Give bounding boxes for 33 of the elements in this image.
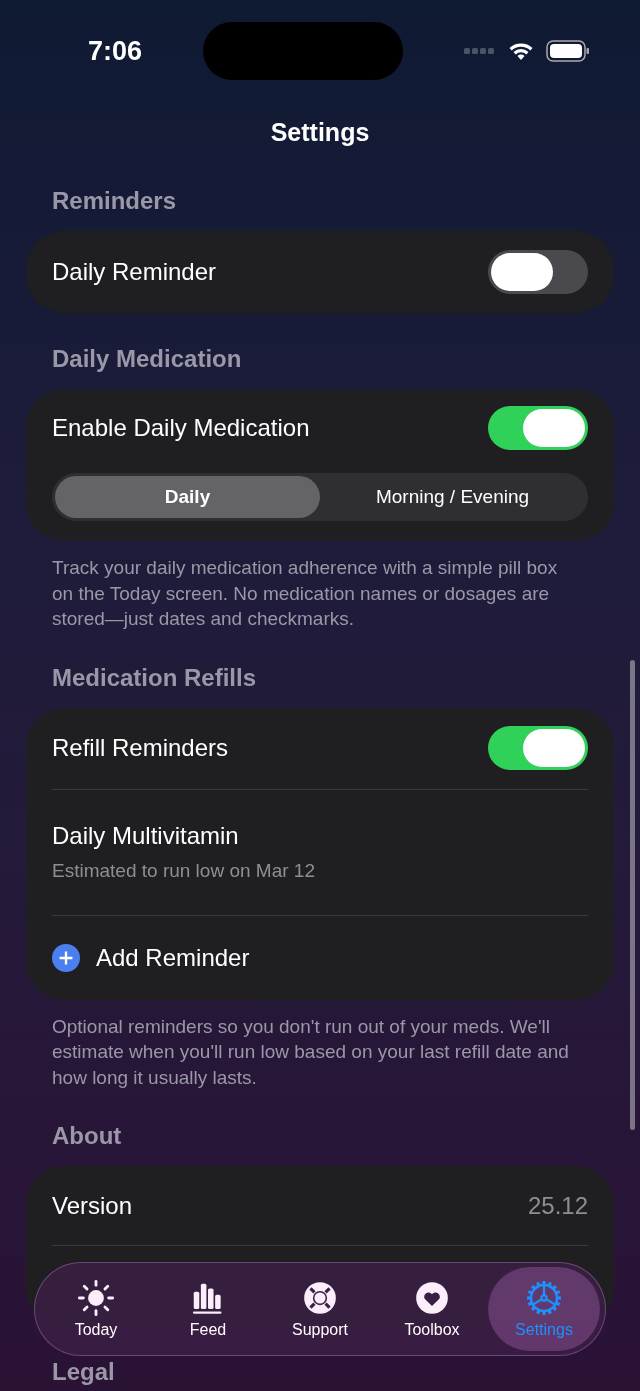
medication-name[interactable]: Daily Multivitamin	[52, 822, 315, 850]
section-footer: Optional reminders so you don't run out of your meds. We'll estimate when you'll run low based on your last refill date and how long it usually lasts.	[26, 999, 614, 1090]
row-label: Daily Reminder	[52, 258, 217, 286]
section-header: Medication Refills	[52, 663, 257, 692]
section-footer: Track your daily medication adherence with a simple pill box on the Today screen. No medication names or dosages are stored—just dates and checkmarks.	[26, 541, 614, 632]
wifi-icon	[508, 41, 534, 61]
toggle-switch[interactable]	[488, 406, 588, 450]
toggle-switch[interactable]	[488, 250, 588, 294]
battery-icon	[546, 40, 590, 62]
tab-item[interactable]: Today	[40, 1267, 152, 1351]
segment-option[interactable]: Daily	[55, 476, 320, 518]
signal-icon	[464, 47, 496, 55]
add-icon	[52, 943, 80, 972]
section-header: Legal	[52, 1358, 115, 1386]
refill-estimate: Estimated to run low on Mar 12	[52, 860, 315, 882]
tab-item[interactable]: Toolbox	[376, 1267, 488, 1351]
row-label: Refill Reminders	[52, 734, 229, 762]
segment-option[interactable]: Morning / Evening	[320, 476, 585, 518]
sun-icon	[77, 1279, 115, 1317]
row-label: Enable Daily Medication	[52, 414, 310, 442]
section-header: Reminders	[52, 187, 177, 215]
toggle-switch[interactable]	[488, 726, 588, 770]
screen-title: Settings	[270, 118, 370, 147]
tab-item[interactable]: Feed	[152, 1267, 264, 1351]
status-time: 7:06	[88, 35, 143, 67]
add-reminder-link[interactable]: Add Reminder	[96, 943, 250, 972]
section-header: About	[52, 1122, 122, 1150]
lifebuoy-icon	[301, 1279, 339, 1317]
row-label: Version	[52, 1191, 133, 1220]
version-value: 25.12	[527, 1191, 588, 1220]
section-header: Daily Medication	[52, 345, 242, 373]
tab-item[interactable]: Support	[264, 1267, 376, 1351]
settings-icon	[525, 1279, 563, 1317]
